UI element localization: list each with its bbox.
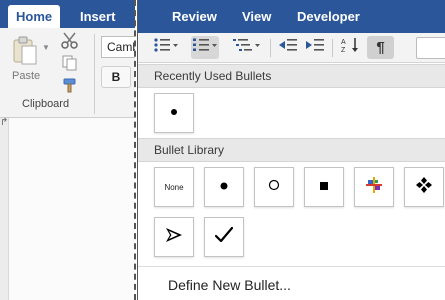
show-formatting-button[interactable]: ¶ — [367, 36, 394, 59]
bullets-button[interactable] — [152, 36, 180, 59]
define-new-bullet-button[interactable]: Define New Bullet... — [168, 277, 291, 293]
tab-view[interactable]: View — [242, 9, 271, 24]
bullet-library-header: Bullet Library — [138, 138, 445, 162]
left-window: Home Insert ▼ Paste Clipboard Cam B ↱ — [0, 0, 135, 300]
document-area[interactable] — [9, 118, 135, 300]
toolbar-divider — [332, 39, 333, 57]
ribbon-tab-bar-right: Review View Developer — [138, 0, 445, 33]
recent-bullets-header: Recently Used Bullets — [138, 64, 445, 88]
right-window: Review View Developer A Z ¶ Recently Use… — [137, 0, 445, 300]
multilevel-list-icon — [232, 37, 262, 58]
increase-indent-button[interactable] — [304, 36, 326, 59]
filled-circle-bullet-icon — [169, 104, 179, 122]
filled-circle-bullet-icon — [219, 178, 229, 196]
style-gallery-box[interactable] — [416, 37, 445, 59]
bullet-option-hollow-circle[interactable] — [254, 167, 294, 207]
color-star-bullet-icon — [366, 176, 382, 198]
tab-review[interactable]: Review — [172, 9, 217, 24]
paste-dropdown-icon[interactable]: ▼ — [42, 43, 50, 52]
ribbon-tab-bar-left: Home Insert — [0, 0, 135, 28]
arrowhead-bullet-icon — [165, 227, 183, 248]
tab-insert[interactable]: Insert — [72, 5, 123, 28]
sort-button[interactable]: A Z — [339, 36, 361, 59]
bullet-option-color-star[interactable] — [354, 167, 394, 207]
increase-indent-icon — [305, 37, 325, 58]
clipboard-group: ▼ Paste Clipboard Camb B — [0, 28, 135, 118]
filled-square-bullet-icon — [319, 178, 329, 196]
bold-button[interactable]: B — [101, 66, 131, 88]
paragraph-toolbar: A Z ¶ — [138, 33, 445, 63]
bullet-option-filled-square[interactable] — [304, 167, 344, 207]
bullet-option-none[interactable]: None — [154, 167, 194, 207]
sort-icon: A Z — [340, 36, 360, 59]
menu-divider — [138, 266, 445, 267]
bullet-option-filled-circle[interactable] — [204, 167, 244, 207]
numbering-button[interactable] — [191, 36, 219, 59]
numbering-icon — [192, 37, 218, 58]
svg-text:A: A — [341, 39, 346, 46]
vertical-ruler — [0, 118, 9, 300]
hollow-circle-bullet-icon — [268, 178, 280, 196]
checkmark-bullet-icon — [214, 226, 234, 248]
toolbar-divider — [270, 39, 271, 57]
four-diamond-bullet-icon — [415, 176, 433, 199]
font-name-field[interactable]: Camb — [101, 36, 135, 58]
bullets-icon — [153, 37, 179, 58]
tab-developer[interactable]: Developer — [297, 9, 360, 24]
multilevel-list-button[interactable] — [231, 36, 263, 59]
copy-icon[interactable] — [62, 55, 78, 76]
decrease-indent-icon — [278, 37, 298, 58]
group-divider — [94, 34, 95, 114]
ruler-marker-icon: ↱ — [0, 117, 9, 128]
paste-label[interactable]: Paste — [12, 70, 40, 82]
bullet-option-four-diamond[interactable] — [404, 167, 444, 207]
paste-icon[interactable] — [12, 36, 38, 71]
bullet-option-checkmark[interactable] — [204, 217, 244, 257]
svg-text:Z: Z — [341, 47, 346, 54]
tab-home[interactable]: Home — [8, 5, 61, 28]
bullet-option-recent-filled-circle[interactable] — [154, 93, 194, 133]
bullet-option-arrowhead[interactable] — [154, 217, 194, 257]
decrease-indent-button[interactable] — [278, 36, 298, 59]
format-painter-icon[interactable] — [62, 78, 78, 99]
scissors-icon[interactable] — [61, 32, 79, 55]
clipboard-group-label: Clipboard — [22, 98, 70, 110]
pilcrow-icon: ¶ — [376, 39, 385, 56]
